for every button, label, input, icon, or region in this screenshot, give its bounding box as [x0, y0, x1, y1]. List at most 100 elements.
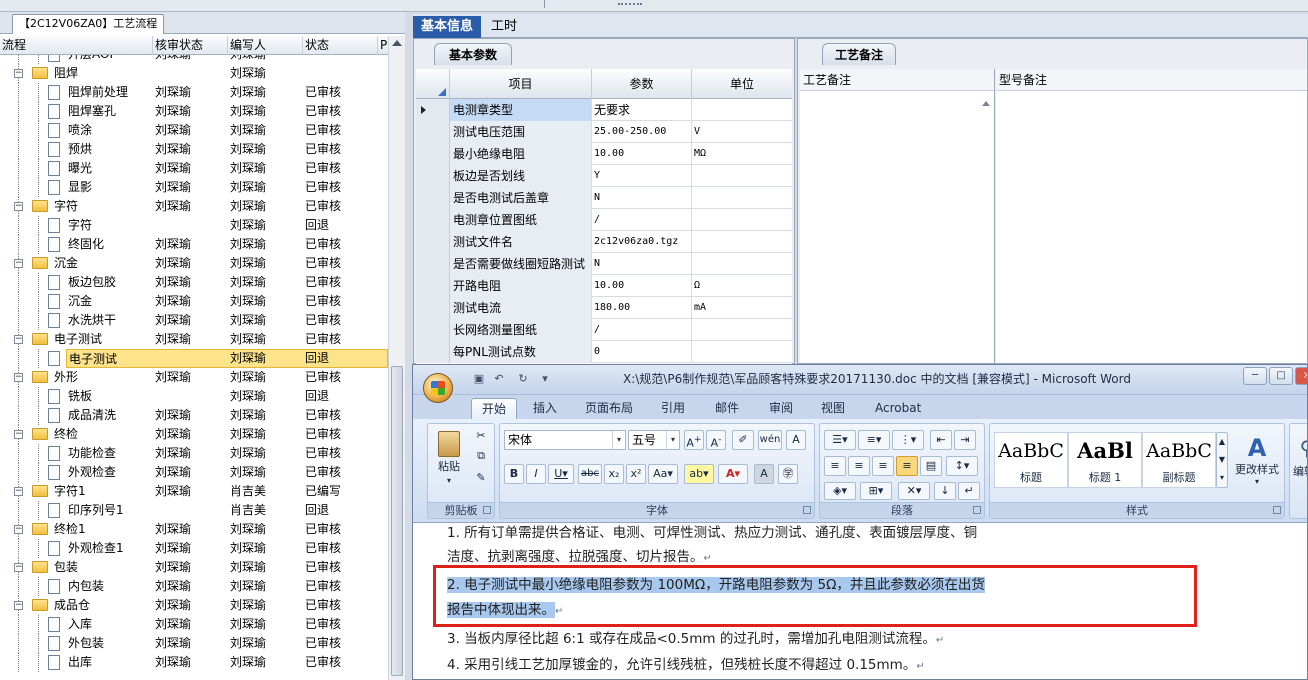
- tree-scrollbar[interactable]: [388, 36, 405, 680]
- tree-node-label[interactable]: 喷涂: [66, 121, 96, 140]
- collapse-icon[interactable]: −: [14, 430, 23, 439]
- tree-node-label[interactable]: 沉金: [66, 292, 96, 311]
- param-unit-cell[interactable]: Ω: [692, 275, 792, 297]
- clear-format-icon[interactable]: ✐: [732, 430, 754, 450]
- font-size-dropdown-icon[interactable]: ▾: [666, 431, 679, 449]
- scroll-thumb[interactable]: [391, 366, 403, 676]
- tree-node-label[interactable]: 终检: [52, 425, 82, 444]
- tree-node-label[interactable]: 成品清洗: [66, 406, 120, 425]
- params-row[interactable]: 最小绝缘电阻 10.00 MΩ: [416, 143, 792, 165]
- tree-node-label[interactable]: 阻焊塞孔: [66, 102, 120, 121]
- param-value-cell[interactable]: /: [592, 319, 692, 341]
- tree-node-label[interactable]: 板边包胶: [66, 273, 120, 292]
- tree-folder-row[interactable]: − 外形 刘琛瑜 刘琛瑜 已审核: [0, 368, 388, 387]
- tree-node-label[interactable]: 成品仓: [52, 596, 94, 615]
- tree-item-row[interactable]: 曝光 刘琛瑜 刘琛瑜 已审核: [0, 159, 388, 178]
- tree-node-label[interactable]: 预烘: [66, 140, 96, 159]
- tree-folder-row[interactable]: − 包装 刘琛瑜 刘琛瑜 已审核: [0, 558, 388, 577]
- row-header[interactable]: [416, 99, 450, 121]
- decrease-indent-icon[interactable]: ⇤: [930, 430, 952, 450]
- param-unit-cell[interactable]: [692, 209, 792, 231]
- tree-node-label[interactable]: 字符1: [52, 482, 90, 501]
- col-header-param[interactable]: 参数: [592, 69, 692, 99]
- tree-folder-row[interactable]: − 终检1 刘琛瑜 刘琛瑜 已审核: [0, 520, 388, 539]
- redo-icon[interactable]: ↻: [515, 371, 531, 387]
- tree-item-row[interactable]: 阻焊前处理 刘琛瑜 刘琛瑜 已审核: [0, 83, 388, 102]
- collapse-icon[interactable]: −: [14, 259, 23, 268]
- row-header[interactable]: [416, 253, 450, 275]
- param-unit-cell[interactable]: [692, 319, 792, 341]
- tree-node-label[interactable]: 外观检查1: [66, 539, 128, 558]
- style-heading-1[interactable]: AaBl 标题 1: [1068, 432, 1142, 488]
- tree-node-label[interactable]: 出库: [66, 653, 96, 672]
- param-unit-cell[interactable]: [692, 231, 792, 253]
- underline-button[interactable]: U▾: [548, 464, 574, 484]
- tab-references[interactable]: 引用: [651, 398, 695, 419]
- tree-item-row[interactable]: 成品清洗 刘琛瑜 刘琛瑜 已审核: [0, 406, 388, 425]
- scroll-up-icon[interactable]: [392, 40, 402, 46]
- param-value-cell[interactable]: Y: [592, 165, 692, 187]
- highlight-color-button[interactable]: ab▾: [684, 464, 714, 484]
- tab-insert[interactable]: 插入: [523, 398, 567, 419]
- undo-icon[interactable]: ↶: [491, 371, 507, 387]
- row-header[interactable]: [416, 187, 450, 209]
- char-border-icon[interactable]: A: [786, 430, 806, 450]
- params-row[interactable]: 开路电阻 10.00 Ω: [416, 275, 792, 297]
- collapse-icon[interactable]: −: [14, 69, 23, 78]
- tree-item-row[interactable]: 外观检查 刘琛瑜 刘琛瑜 已审核: [0, 463, 388, 482]
- bold-button[interactable]: B: [504, 464, 524, 484]
- increase-indent-icon[interactable]: ⇥: [954, 430, 976, 450]
- office-button[interactable]: [423, 373, 453, 403]
- paragraph-launcher-icon[interactable]: [973, 506, 981, 514]
- row-header[interactable]: [416, 275, 450, 297]
- param-unit-cell[interactable]: MΩ: [692, 143, 792, 165]
- tab-process-flow[interactable]: 【2C12V06ZA0】工艺流程: [12, 14, 165, 34]
- tree-folder-row[interactable]: − 沉金 刘琛瑜 刘琛瑜 已审核: [0, 254, 388, 273]
- tree-item-row[interactable]: 沉金 刘琛瑜 刘琛瑜 已审核: [0, 292, 388, 311]
- grid-corner[interactable]: [416, 69, 450, 99]
- tree-node-label[interactable]: 水洗烘干: [66, 311, 120, 330]
- params-row[interactable]: 是否电测试后盖章 N: [416, 187, 792, 209]
- collapse-icon[interactable]: −: [14, 335, 23, 344]
- font-launcher-icon[interactable]: [803, 506, 811, 514]
- col-header-review[interactable]: 核审状态: [153, 36, 228, 55]
- tree-node-label[interactable]: 终检1: [52, 520, 90, 539]
- param-unit-cell[interactable]: [692, 253, 792, 275]
- tree-node-label[interactable]: 电子测试: [52, 330, 106, 349]
- col-header-flow[interactable]: 流程: [0, 36, 153, 55]
- font-color-button[interactable]: A▾: [718, 464, 748, 484]
- tree-node-label[interactable]: 终固化: [66, 235, 108, 254]
- tree-node-label[interactable]: 外包装: [66, 634, 108, 653]
- tree-item-row[interactable]: 入库 刘琛瑜 刘琛瑜 已审核: [0, 615, 388, 634]
- param-value-cell[interactable]: 10.00: [592, 143, 692, 165]
- align-left-icon[interactable]: ≡: [824, 456, 846, 476]
- param-unit-cell[interactable]: mA: [692, 297, 792, 319]
- tree-folder-row[interactable]: − 阻焊 刘琛瑜: [0, 64, 388, 83]
- tree-item-row[interactable]: 显影 刘琛瑜 刘琛瑜 已审核: [0, 178, 388, 197]
- distributed-icon[interactable]: ▤: [920, 456, 942, 476]
- editing-button[interactable]: ⚲ 编辑: [1292, 432, 1307, 492]
- row-header[interactable]: [416, 209, 450, 231]
- row-header[interactable]: [416, 341, 450, 363]
- collapse-icon[interactable]: −: [14, 487, 23, 496]
- tree-item-row[interactable]: 阻焊塞孔 刘琛瑜 刘琛瑜 已审核: [0, 102, 388, 121]
- param-unit-cell[interactable]: [692, 99, 792, 121]
- param-value-cell[interactable]: /: [592, 209, 692, 231]
- justify-icon[interactable]: ≡: [896, 456, 918, 476]
- params-row[interactable]: 测试电压范围 25.00-250.00 V: [416, 121, 792, 143]
- tree-item-row[interactable]: 印序列号1 肖吉美 回退: [0, 501, 388, 520]
- tab-home[interactable]: 开始: [471, 398, 518, 419]
- minimize-button[interactable]: ─: [1243, 367, 1267, 385]
- font-name-select[interactable]: 宋体 ▾: [504, 430, 626, 450]
- tree-item-row[interactable]: 外观检查1 刘琛瑜 刘琛瑜 已审核: [0, 539, 388, 558]
- enclose-char-icon[interactable]: ㊫: [778, 464, 798, 484]
- chinese-layout-button[interactable]: ✕▾: [898, 482, 930, 500]
- param-unit-cell[interactable]: V: [692, 121, 792, 143]
- tab-page-layout[interactable]: 页面布局: [575, 398, 643, 419]
- col-header-author[interactable]: 编写人: [228, 36, 303, 55]
- param-unit-cell[interactable]: [692, 165, 792, 187]
- collapse-icon[interactable]: −: [14, 202, 23, 211]
- style-title[interactable]: AaBbC 标题: [994, 432, 1068, 488]
- font-size-select[interactable]: 五号 ▾: [628, 430, 680, 450]
- tree-item-row[interactable]: 出库 刘琛瑜 刘琛瑜 已审核: [0, 653, 388, 672]
